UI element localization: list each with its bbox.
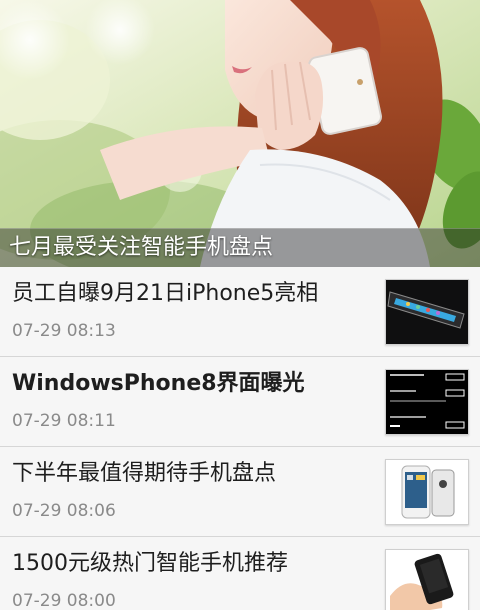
news-list: 员工自曝9月21日iPhone5亮相 07-29 08:13 WindowsPh… <box>0 267 480 610</box>
news-item[interactable]: 1500元级热门智能手机推荐 07-29 08:00 <box>0 537 480 610</box>
news-time: 07-29 08:13 <box>12 321 116 341</box>
news-title: 下半年最值得期待手机盘点 <box>12 461 277 486</box>
news-item[interactable]: 员工自曝9月21日iPhone5亮相 07-29 08:13 <box>0 267 480 357</box>
black-smartphone-thumbnail <box>385 279 469 345</box>
news-time: 07-29 08:00 <box>12 591 116 610</box>
news-title: 1500元级热门智能手机推荐 <box>12 551 288 576</box>
hero-photo <box>0 0 480 267</box>
news-time: 07-29 08:11 <box>12 411 116 431</box>
news-item[interactable]: WindowsPhone8界面曝光 07-29 08:11 <box>0 357 480 447</box>
white-htc-phone-thumbnail <box>385 459 469 525</box>
news-item[interactable]: 下半年最值得期待手机盘点 07-29 08:06 <box>0 447 480 537</box>
settings-screen-thumbnail <box>385 369 469 435</box>
news-screen: 七月最受关注智能手机盘点 员工自曝9月21日iPhone5亮相 07-29 08… <box>0 0 480 610</box>
phone-in-hand-thumbnail <box>385 549 469 610</box>
hero-banner[interactable]: 七月最受关注智能手机盘点 <box>0 0 480 267</box>
news-time: 07-29 08:06 <box>12 501 116 521</box>
news-title: WindowsPhone8界面曝光 <box>12 371 305 396</box>
news-title: 员工自曝9月21日iPhone5亮相 <box>12 281 319 306</box>
hero-caption: 七月最受关注智能手机盘点 <box>9 235 274 260</box>
